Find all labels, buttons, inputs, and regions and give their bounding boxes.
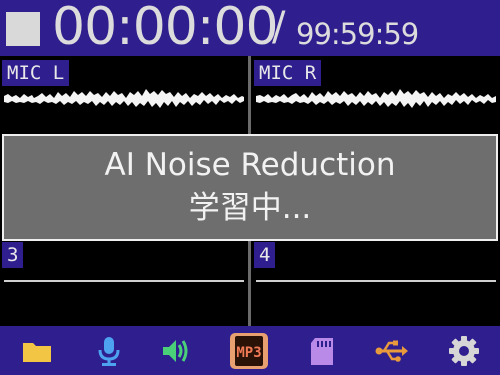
stop-icon	[6, 12, 40, 46]
track-label-3: 3	[2, 242, 24, 268]
track-waveform-mic-r	[256, 86, 496, 112]
elapsed-time: 00:00:00	[52, 0, 279, 57]
svg-text:MP3: MP3	[236, 345, 261, 361]
dialog-status: 学習中...	[188, 190, 312, 226]
track-label-mic-r: MIC R	[254, 60, 322, 86]
bottom-toolbar: MP3	[0, 326, 500, 375]
sd-card-icon[interactable]	[305, 334, 339, 368]
time-separator: /	[272, 4, 286, 50]
recorder-screen: 00:00:00 / 99:59:59 MIC L MIC R 3 4 AI N…	[0, 0, 500, 375]
microphone-icon[interactable]	[92, 334, 126, 368]
dialog-title: AI Noise Reduction	[104, 147, 396, 183]
usb-icon[interactable]	[374, 334, 408, 368]
noise-reduction-dialog: AI Noise Reduction 学習中...	[2, 134, 498, 241]
folder-icon[interactable]	[20, 334, 54, 368]
speaker-icon[interactable]	[158, 334, 192, 368]
track-waveform-3	[4, 280, 244, 282]
mp3-icon[interactable]: MP3	[229, 332, 269, 370]
track-label-4: 4	[254, 242, 276, 268]
track-label-mic-l: MIC L	[2, 60, 70, 86]
gear-icon[interactable]	[447, 334, 481, 368]
remaining-time: 99:59:59	[296, 17, 419, 51]
track-waveform-4	[256, 280, 496, 282]
track-waveform-mic-l	[4, 86, 244, 112]
status-bar: 00:00:00 / 99:59:59	[0, 0, 500, 57]
